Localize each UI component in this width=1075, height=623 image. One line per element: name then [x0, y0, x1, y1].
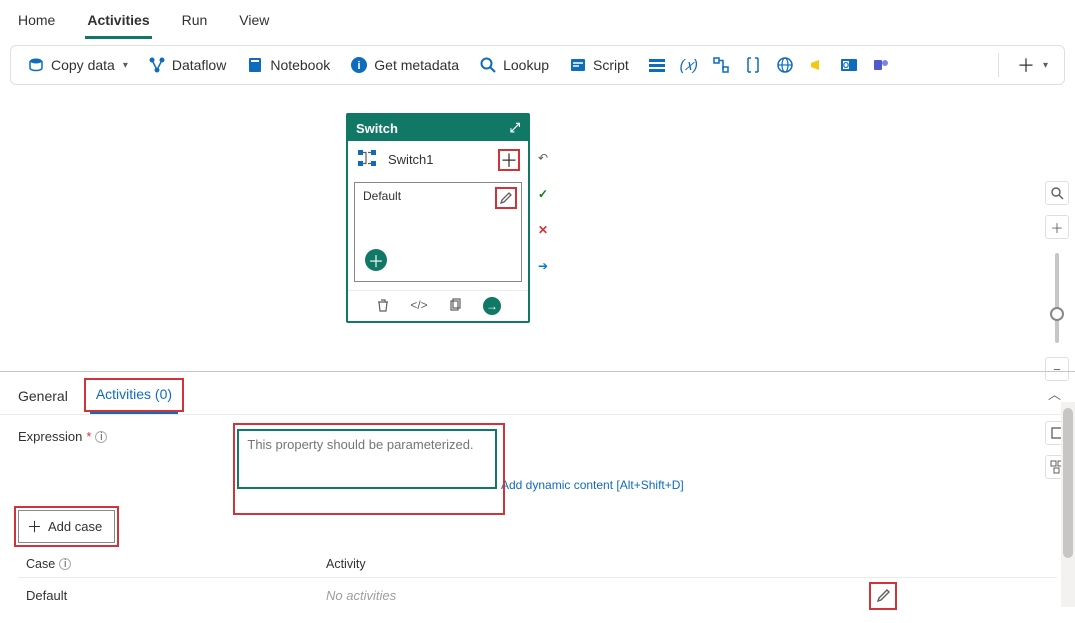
next-icon[interactable]: ➔ [536, 259, 550, 273]
switch-add-case-button[interactable]: ＋ [498, 149, 520, 171]
zoom-slider-knob[interactable] [1050, 307, 1064, 321]
table-row[interactable]: Default No activities [18, 578, 1057, 613]
script-label: Script [593, 57, 629, 73]
expression-label-text: Expression [18, 429, 82, 444]
canvas-search-button[interactable] [1045, 181, 1069, 205]
chevron-down-icon: ▾ [123, 60, 128, 71]
tab-general[interactable]: General [12, 380, 74, 414]
tab-home[interactable]: Home [16, 6, 57, 39]
announce-icon[interactable] [807, 55, 827, 75]
switch-node-header: Switch ⤢ [348, 115, 528, 141]
required-mark: * [86, 429, 91, 444]
tab-view[interactable]: View [237, 6, 271, 39]
lookup-label: Lookup [503, 57, 549, 73]
tab-activities[interactable]: Activities [85, 6, 151, 39]
panel-scrollbar[interactable] [1061, 402, 1075, 607]
copy-data-button[interactable]: Copy data ▾ [19, 52, 136, 78]
pipeline-canvas[interactable]: Switch ⤢ Switch1 ＋ Default ＋ </> [0, 91, 1075, 371]
switch-default-add-button[interactable]: ＋ [365, 249, 387, 271]
copy-data-icon [27, 56, 45, 74]
zoom-slider[interactable] [1055, 253, 1059, 343]
zoom-in-button[interactable]: ＋ [1045, 215, 1069, 239]
copy-icon[interactable] [447, 297, 463, 313]
info-icon[interactable]: i [95, 431, 107, 443]
svg-text:i: i [358, 60, 361, 72]
web-icon[interactable] [775, 55, 795, 75]
add-case-label: Add case [48, 519, 102, 534]
toolbar-extra-icons: (𝑥) O [647, 55, 891, 75]
notebook-icon [246, 56, 264, 74]
add-case-button[interactable]: ＋ Add case [18, 510, 115, 543]
info-icon[interactable]: i [59, 558, 71, 570]
get-metadata-label: Get metadata [374, 57, 459, 73]
svg-text:O: O [843, 61, 849, 70]
scrollbar-thumb[interactable] [1063, 408, 1073, 558]
error-icon: ✕ [536, 223, 550, 237]
script-button[interactable]: Script [561, 52, 637, 78]
case-table: Case i Activity Default No activities [18, 557, 1057, 613]
switch-node-title: Switch1 [388, 152, 434, 167]
dataflow-label: Dataflow [172, 57, 226, 73]
notebook-button[interactable]: Notebook [238, 52, 338, 78]
success-icon: ✓ [536, 187, 550, 201]
tab-activities-count[interactable]: Activities (0) [90, 378, 178, 414]
code-icon[interactable]: </> [411, 297, 427, 313]
switch-title-bar: Switch1 ＋ [348, 141, 528, 178]
notebook-label: Notebook [270, 57, 330, 73]
dataflow-icon [148, 56, 166, 74]
teams-icon[interactable] [871, 55, 891, 75]
switch-header-label: Switch [356, 121, 398, 136]
info-icon: i [350, 56, 368, 74]
property-tabs: General Activities (0) ︿ [0, 372, 1075, 415]
plus-icon: ＋ [27, 516, 42, 537]
get-metadata-button[interactable]: i Get metadata [342, 52, 467, 78]
expand-icon[interactable]: ⤢ [510, 120, 520, 136]
node-status-icons: ↶ ✓ ✕ ➔ [536, 151, 550, 273]
copy-data-label: Copy data [51, 57, 115, 73]
add-activity-button[interactable]: ＋ ▾ [1009, 48, 1056, 82]
dataflow-button[interactable]: Dataflow [140, 52, 234, 78]
row-edit-button[interactable] [869, 582, 897, 610]
case-column-header: Case i [26, 557, 326, 571]
lookup-button[interactable]: Lookup [471, 52, 557, 78]
list-icon[interactable] [647, 55, 667, 75]
chevron-down-icon: ▾ [1043, 60, 1048, 71]
activity-cell: No activities [326, 588, 396, 603]
switch-default-box[interactable]: Default ＋ [354, 182, 522, 282]
connector-icon[interactable] [711, 55, 731, 75]
case-header-text: Case [26, 557, 55, 571]
run-icon[interactable]: → [483, 297, 501, 315]
delete-icon[interactable] [375, 297, 391, 313]
case-cell: Default [26, 588, 326, 603]
expression-label: Expression * i [18, 429, 107, 444]
script-icon [569, 56, 587, 74]
tab-run[interactable]: Run [180, 6, 210, 39]
search-icon [479, 56, 497, 74]
expression-input[interactable] [237, 429, 497, 489]
switch-default-edit-button[interactable] [495, 187, 517, 209]
bracket-icon[interactable] [743, 55, 763, 75]
switch-default-label: Default [363, 189, 515, 203]
properties-panel: General Activities (0) ︿ Expression * i … [0, 371, 1075, 623]
property-body: Expression * i Add dynamic content [Alt+… [0, 415, 1075, 623]
toolbar-separator [998, 53, 999, 77]
variable-icon[interactable]: (𝑥) [679, 55, 699, 75]
undo-icon[interactable]: ↶ [536, 151, 550, 165]
switch-icon [356, 147, 378, 172]
panel-collapse-button[interactable]: ︿ [1048, 384, 1061, 403]
switch-node-footer: </> → [348, 290, 528, 321]
add-dynamic-content-link[interactable]: Add dynamic content [Alt+Shift+D] [501, 478, 684, 492]
top-tabs: Home Activities Run View [0, 0, 1075, 39]
outlook-icon[interactable]: O [839, 55, 859, 75]
activities-toolbar: Copy data ▾ Dataflow Notebook i Get meta… [10, 45, 1065, 85]
activity-column-header: Activity [326, 557, 366, 571]
switch-activity-node[interactable]: Switch ⤢ Switch1 ＋ Default ＋ </> [346, 113, 530, 323]
